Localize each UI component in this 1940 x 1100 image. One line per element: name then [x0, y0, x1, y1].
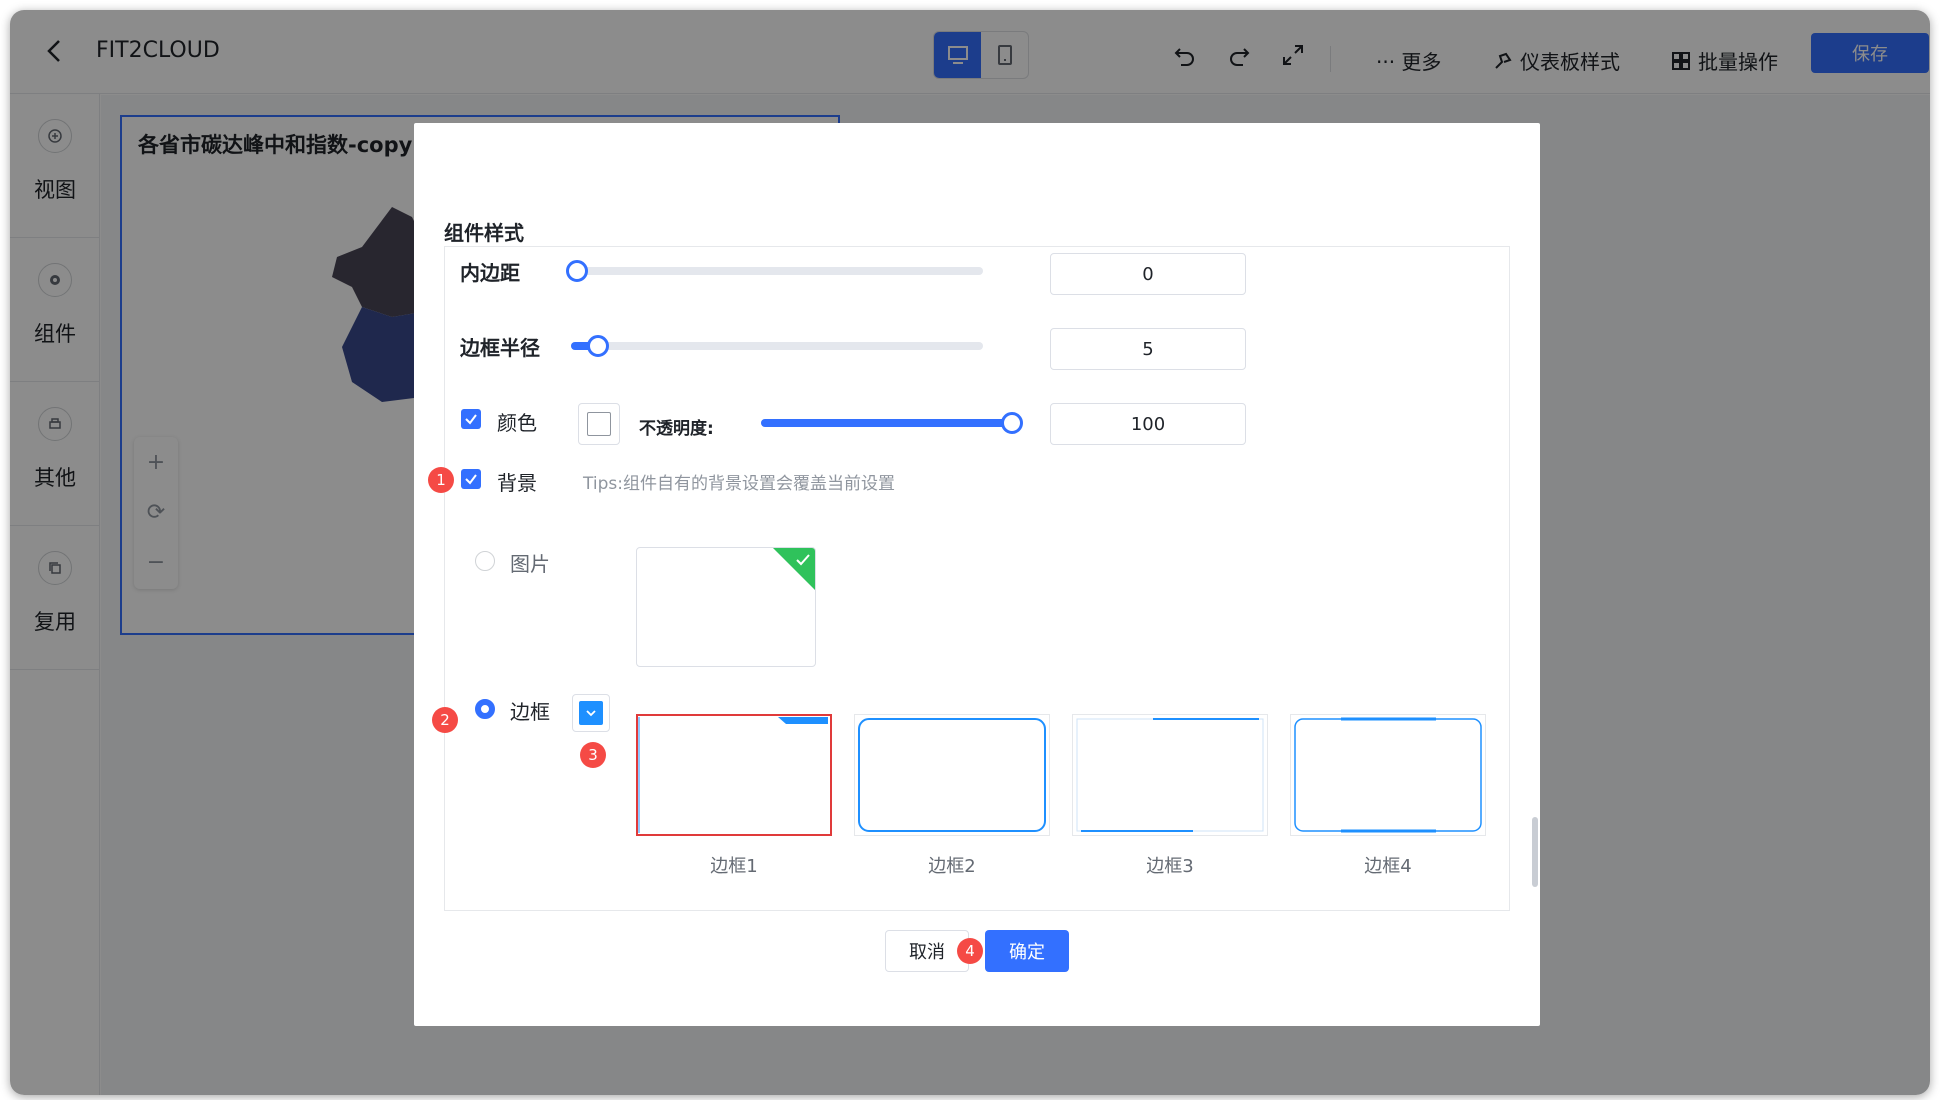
panel-scrollbar[interactable] [1532, 817, 1538, 887]
background-label: 背景 [497, 471, 537, 495]
opacity-input[interactable]: 100 [1050, 403, 1246, 445]
border-option-4[interactable] [1290, 714, 1486, 836]
color-swatch[interactable] [578, 403, 620, 445]
step-badge-2: 2 [432, 707, 458, 733]
image-option-label: 图片 [510, 552, 550, 576]
color-swatch-inner [587, 412, 611, 436]
opacity-label: 不透明度: [639, 419, 714, 439]
component-style-dialog: 组件样式 内边距 0 边框半径 5 颜色 不透明度: 100 背景 Tips:组… [414, 123, 1540, 1026]
border-frame-3 [1076, 718, 1264, 832]
step-badge-1: 1 [428, 467, 454, 493]
padding-slider[interactable] [571, 267, 983, 275]
check-icon [796, 554, 810, 566]
radius-label: 边框半径 [460, 336, 540, 360]
step-badge-3: 3 [580, 742, 606, 768]
confirm-button[interactable]: 确定 [985, 930, 1069, 972]
border-frame-2 [858, 718, 1046, 832]
background-tips: Tips:组件自有的背景设置会覆盖当前设置 [583, 474, 895, 494]
border-caption-3: 边框3 [1146, 856, 1194, 877]
opacity-slider-fill [761, 419, 1016, 427]
color-label: 颜色 [497, 411, 537, 435]
border-frame-1 [638, 717, 828, 833]
radius-slider[interactable] [571, 342, 983, 350]
section-title: 组件样式 [444, 221, 524, 245]
step-badge-4: 4 [957, 938, 983, 964]
border-frame-4 [1294, 717, 1482, 833]
border-color-picker[interactable] [572, 694, 610, 732]
background-image-thumb[interactable] [636, 547, 816, 667]
border-option-2[interactable] [854, 714, 1050, 836]
border-caption-2: 边框2 [928, 856, 976, 877]
style-panel: 内边距 0 边框半径 5 颜色 不透明度: 100 背景 Tips:组件自有的背… [444, 246, 1538, 911]
border-caption-1: 边框1 [710, 856, 758, 877]
radius-input[interactable]: 5 [1050, 328, 1246, 370]
color-checkbox[interactable] [461, 409, 481, 429]
image-radio[interactable] [475, 551, 495, 571]
border-option-label: 边框 [510, 700, 550, 724]
border-color-swatch [579, 701, 603, 725]
padding-input[interactable]: 0 [1050, 253, 1246, 295]
chevron-down-icon [586, 710, 596, 717]
app-window: FIT2CLOUD ··· 更多 仪表板样式 批量操作 保存 视图 组件 其他 … [10, 10, 1930, 1095]
padding-label: 内边距 [460, 261, 520, 285]
border-radio[interactable] [475, 699, 495, 719]
opacity-slider-thumb[interactable] [1001, 412, 1023, 434]
radius-slider-thumb[interactable] [587, 335, 609, 357]
padding-slider-thumb[interactable] [566, 260, 588, 282]
check-icon [465, 474, 477, 485]
border-option-3[interactable] [1072, 714, 1268, 836]
background-checkbox[interactable] [461, 469, 481, 489]
check-icon [465, 414, 477, 425]
border-caption-4: 边框4 [1364, 856, 1412, 877]
border-option-1[interactable] [636, 714, 832, 836]
